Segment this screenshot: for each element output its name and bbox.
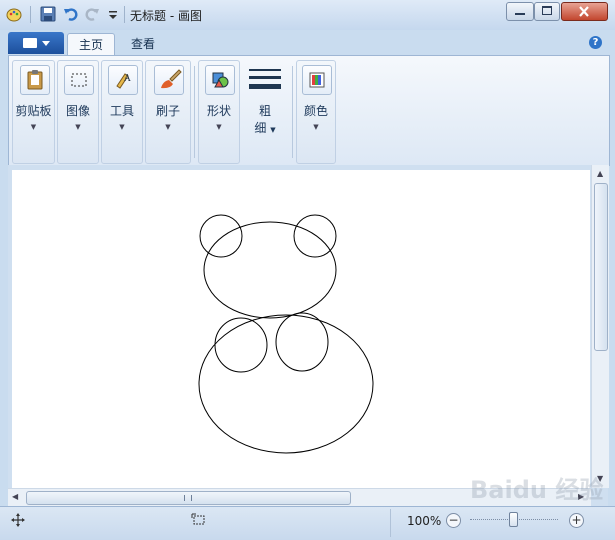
right-ear-circle: [293, 214, 337, 258]
menu-icon: [23, 38, 37, 48]
tools-icon: A: [108, 65, 138, 95]
brush-icon: [154, 65, 184, 95]
head-circle: [203, 221, 337, 319]
vertical-scrollbar[interactable]: ▲ ▼: [591, 165, 609, 488]
shapes-label: 形状: [206, 104, 231, 118]
grip-icon: [184, 495, 192, 501]
colors-group-button[interactable]: 颜色 ▼: [296, 60, 336, 164]
close-button[interactable]: [561, 2, 608, 21]
watermark: Baidu 经验: [470, 476, 604, 504]
shapes-icon: [205, 65, 235, 95]
stroke-size-icon: [249, 69, 281, 89]
minimize-icon: [515, 13, 525, 15]
tools-group-button[interactable]: A 工具 ▼: [101, 60, 143, 164]
clipboard-label: 剪贴板: [15, 104, 52, 118]
zoom-slider-thumb[interactable]: [509, 512, 518, 527]
horizontal-scroll-thumb[interactable]: [26, 491, 351, 505]
undo-icon[interactable]: [63, 6, 79, 22]
size-button[interactable]: 粗 细 ▼: [242, 60, 288, 164]
chevron-down-icon: ▼: [119, 123, 125, 131]
paint-window: 无标题 - 画图 主页 查看 ? 剪贴板 ▼ 图像 ▼ A 工具 ▼ 刷子 ▼ …: [0, 0, 615, 540]
paint-menu-button[interactable]: [8, 32, 64, 54]
chevron-down-icon: [42, 41, 50, 46]
svg-text:A: A: [123, 74, 131, 84]
window-title: 无标题 - 画图: [130, 9, 202, 23]
scroll-up-icon[interactable]: ▲: [597, 169, 603, 178]
tab-view[interactable]: 查看: [120, 33, 166, 55]
body-ellipse: [198, 314, 374, 454]
minimize-button[interactable]: [506, 2, 534, 21]
zoom-out-button[interactable]: −: [446, 513, 461, 528]
chevron-down-icon: ▼: [30, 123, 37, 131]
chevron-down-icon: ▼: [216, 123, 222, 131]
save-icon[interactable]: [40, 6, 56, 22]
tab-home[interactable]: 主页: [67, 33, 115, 56]
close-icon: [579, 6, 589, 17]
clipboard-group-button[interactable]: 剪贴板 ▼: [12, 60, 55, 164]
drawing-canvas[interactable]: [12, 170, 590, 489]
chevron-down-icon: ▼: [270, 126, 276, 134]
right-paw-circle: [275, 312, 329, 372]
status-bar: 100% − +: [0, 506, 615, 540]
left-paw-circle: [214, 317, 268, 373]
zoom-in-button[interactable]: +: [569, 513, 584, 528]
ribbon-panel: 剪贴板 ▼ 图像 ▼ A 工具 ▼ 刷子 ▼ 形状 ▼ 粗 细 ▼ 颜色 ▼: [8, 55, 610, 166]
shapes-group-button[interactable]: 形状 ▼: [198, 60, 240, 164]
clipboard-icon: [19, 65, 50, 95]
cursor-position-icon: [11, 513, 25, 527]
size-label-thick: 粗: [258, 104, 271, 118]
selection-size-icon: [191, 513, 205, 525]
drawing: [198, 214, 374, 454]
image-label: 图像: [65, 104, 90, 118]
maximize-button[interactable]: [534, 2, 560, 21]
title-bar: 无标题 - 画图: [0, 0, 615, 30]
image-group-button[interactable]: 图像 ▼: [57, 60, 99, 164]
colors-label: 颜色: [303, 104, 328, 118]
ribbon-separator: [194, 66, 195, 158]
brushes-group-button[interactable]: 刷子 ▼: [145, 60, 191, 164]
chevron-down-icon: ▼: [165, 123, 171, 131]
ribbon-separator: [292, 66, 293, 158]
chevron-down-icon: ▼: [75, 123, 81, 131]
maximize-icon: [542, 6, 552, 15]
scroll-left-icon[interactable]: ◀: [12, 492, 18, 501]
paint-app-icon[interactable]: [6, 6, 22, 22]
customize-quick-access-icon[interactable]: [105, 6, 121, 22]
zoom-level: 100%: [407, 514, 442, 528]
help-icon[interactable]: ?: [589, 36, 602, 49]
size-label-thin: 细: [254, 121, 267, 135]
vertical-scroll-thumb[interactable]: [594, 183, 608, 351]
tools-label: 工具: [109, 104, 134, 118]
left-ear-circle: [199, 214, 243, 258]
chevron-down-icon: ▼: [313, 123, 319, 131]
redo-icon[interactable]: [84, 6, 100, 22]
colors-icon: [302, 65, 332, 95]
select-rect-icon: [64, 65, 94, 95]
canvas-area: ▲ ▼ ◀ ▶: [8, 165, 609, 506]
brushes-label: 刷子: [155, 104, 180, 118]
